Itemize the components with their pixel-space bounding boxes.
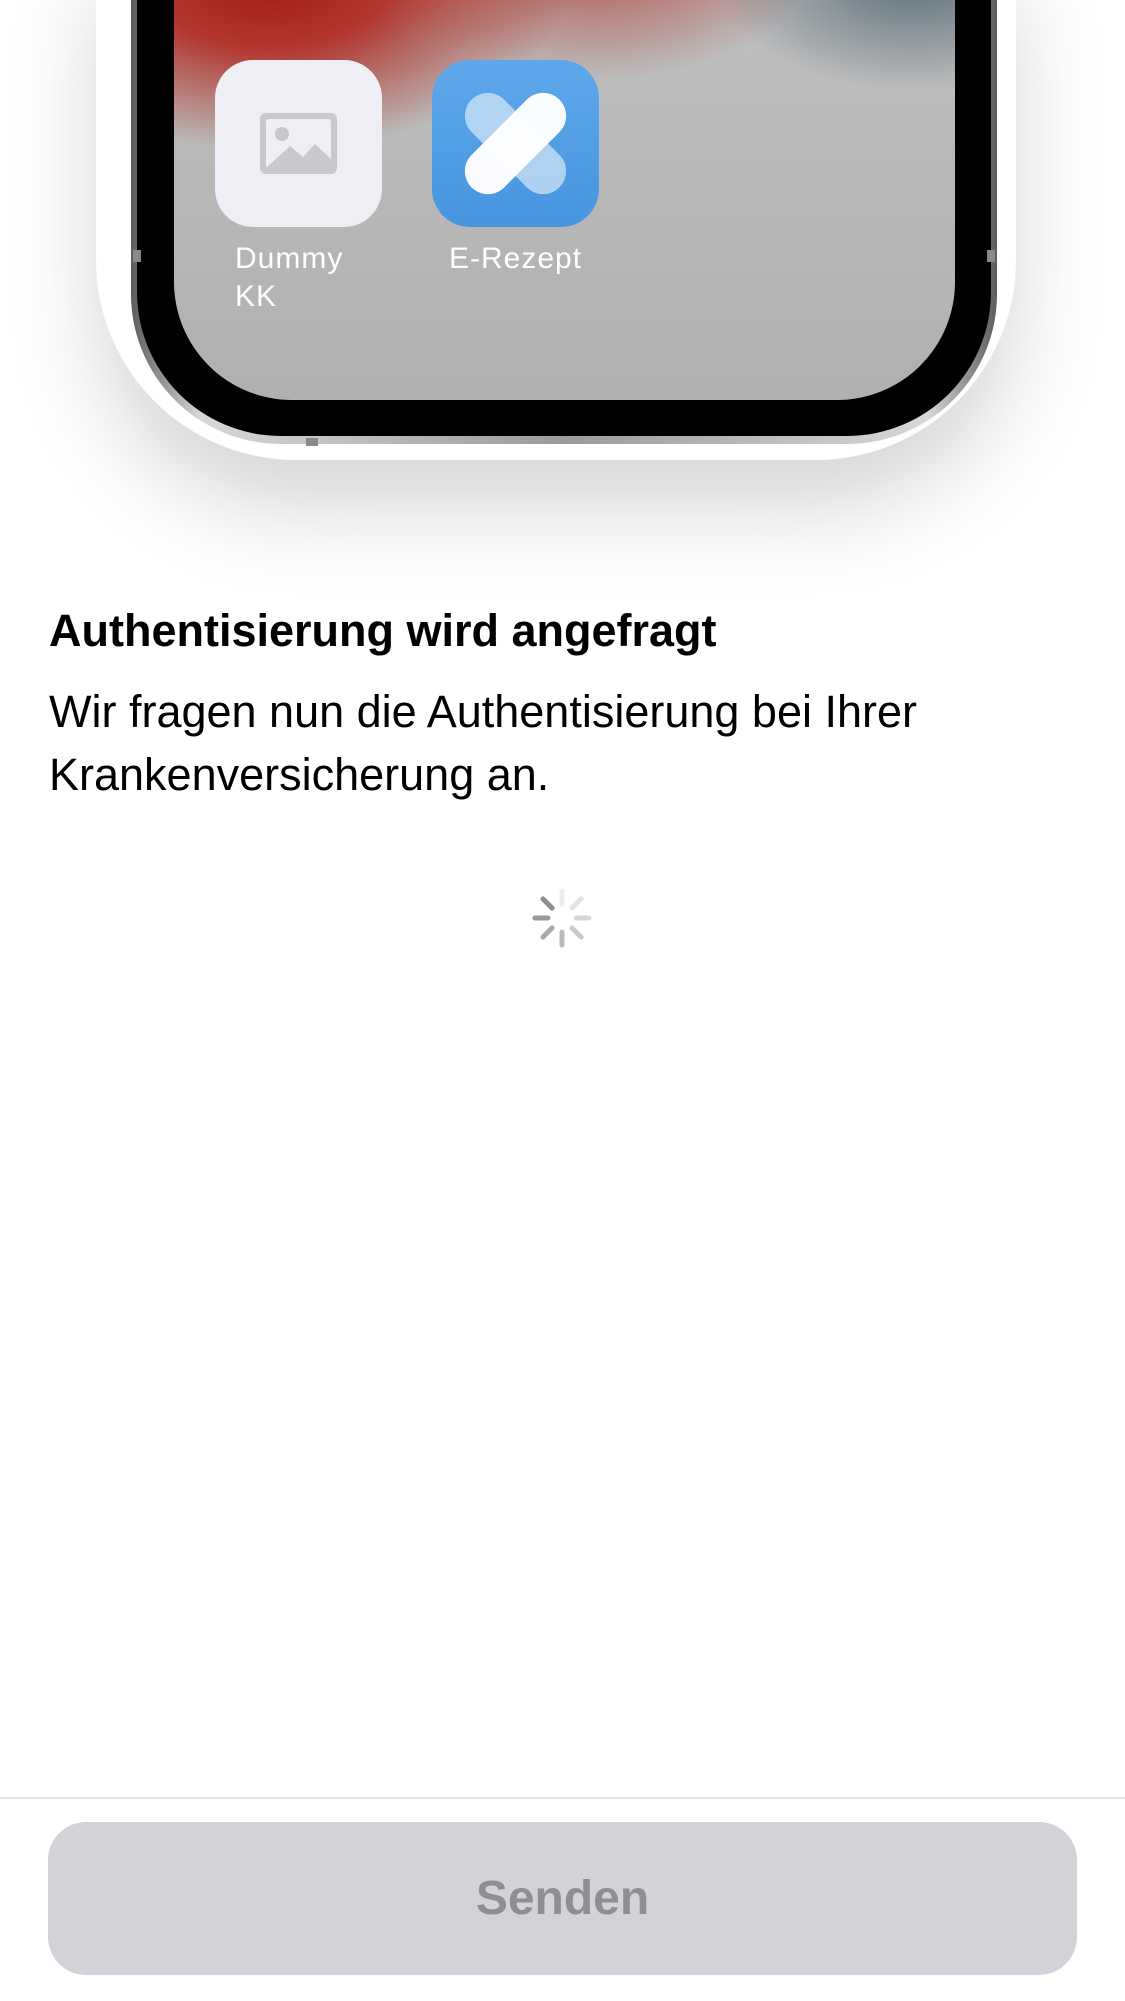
phone-side-button-right [987, 250, 995, 262]
image-placeholder-icon [260, 113, 337, 174]
phone-side-button-left [133, 250, 141, 262]
erezept-app-label: E-Rezept [448, 242, 583, 275]
erezept-app-icon [432, 60, 599, 227]
dummy-kk-app-icon [215, 60, 382, 227]
dummy-kk-app-label: Dummy KK [235, 242, 344, 313]
footer-divider [0, 1797, 1125, 1799]
page-title: Authentisierung wird angefragt [49, 605, 717, 656]
phone-bottom-nub [306, 438, 318, 446]
spinner-icon [532, 888, 592, 948]
erezept-logo-icon [464, 92, 567, 195]
send-button[interactable]: Senden [48, 1822, 1077, 1975]
page-description: Wir fragen nun die Authentisierung bei I… [49, 686, 918, 800]
phone-screen: Dummy KK E-Rezept [174, 0, 955, 400]
